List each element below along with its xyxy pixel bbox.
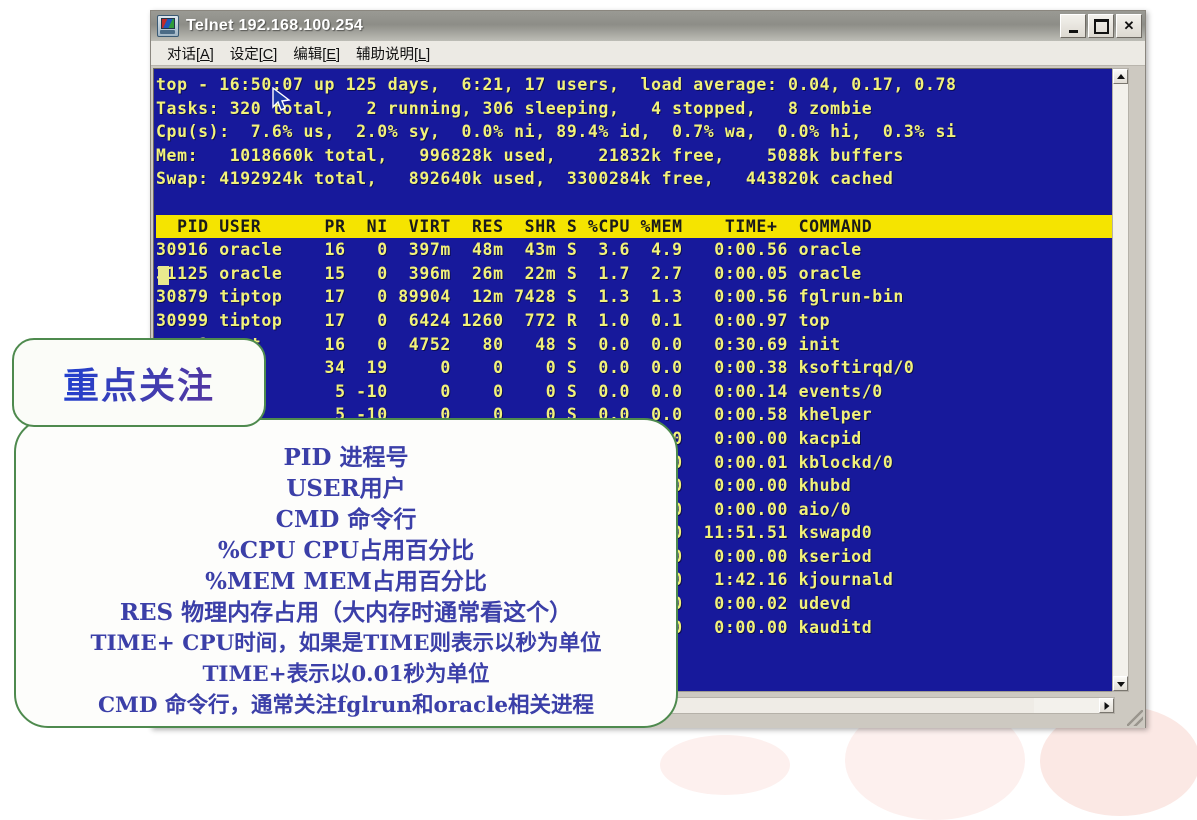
menu-accelerator: E <box>326 46 336 63</box>
menu-label-tail: ] <box>335 46 341 63</box>
terminal-cursor <box>158 266 169 285</box>
minimize-button[interactable] <box>1060 14 1086 38</box>
callout-line: CMD 命令行 <box>275 506 417 533</box>
maximize-button[interactable] <box>1088 14 1114 38</box>
callout-title-bubble: 重点关注 <box>12 338 266 427</box>
scroll-right-button[interactable] <box>1099 698 1114 713</box>
callout-line: TIME+表示以0.01秒为单位 <box>202 662 490 687</box>
scroll-up-button[interactable] <box>1113 69 1128 84</box>
menu-item-help[interactable]: 辅助说明[L] <box>348 41 438 66</box>
callout-line: TIME+ CPU时间，如果是TIME则表示以秒为单位 <box>90 631 602 656</box>
menu-label-tail: ] <box>273 46 278 63</box>
callout-line: PID 进程号 <box>283 444 409 471</box>
menu-label: 设定[ <box>229 46 263 63</box>
scroll-down-button[interactable] <box>1113 676 1128 691</box>
chevron-down-icon <box>1116 681 1125 687</box>
chevron-up-icon <box>1116 73 1125 79</box>
background-blob <box>660 735 790 795</box>
menu-item-dialog[interactable]: 对话[A] <box>159 41 222 66</box>
vertical-scrollbar[interactable] <box>1112 68 1129 692</box>
close-icon: ✕ <box>1123 18 1135 33</box>
callout-line: RES 物理内存占用（大内存时通常看这个） <box>119 599 573 626</box>
menu-item-edit[interactable]: 编辑[E] <box>285 41 348 66</box>
callout-line: %CPU CPU占用百分比 <box>217 537 475 564</box>
menubar: 对话[A] 设定[C] 编辑[E] 辅助说明[L] <box>151 41 1145 66</box>
menu-label: 对话[ <box>167 46 201 63</box>
menu-accelerator: L <box>418 46 427 63</box>
callout-body-bubble: PID 进程号 USER用户 CMD 命令行 %CPU CPU占用百分比 %ME… <box>14 418 678 728</box>
window-titlebar[interactable]: Telnet 192.168.100.254 ✕ <box>151 11 1145 41</box>
callout-title-text: 重点关注 <box>63 357 215 409</box>
menu-accelerator: C <box>262 46 274 63</box>
menu-label: 辅助说明[ <box>356 46 419 63</box>
chevron-right-icon <box>1104 701 1109 710</box>
window-controls: ✕ <box>1060 14 1142 38</box>
callout-line: %MEM MEM占用百分比 <box>205 568 487 595</box>
terminal-header-row: PID USER PR NI VIRT RES SHR S %CPU %MEM … <box>156 214 1114 239</box>
callout-line: CMD 命令行，通常关注fglrun和oracle相关进程 <box>97 693 595 718</box>
menu-label: 编辑[ <box>293 46 327 63</box>
menu-accelerator: A <box>200 46 210 63</box>
telnet-icon <box>157 15 179 37</box>
menu-label-tail: ] <box>209 46 214 63</box>
window-title: Telnet 192.168.100.254 <box>186 17 364 34</box>
menu-label-tail: ] <box>426 46 431 63</box>
close-button[interactable]: ✕ <box>1116 14 1142 38</box>
callout-line: USER用户 <box>286 475 406 502</box>
resize-grip[interactable] <box>1127 710 1143 726</box>
menu-item-settings[interactable]: 设定[C] <box>222 41 286 66</box>
